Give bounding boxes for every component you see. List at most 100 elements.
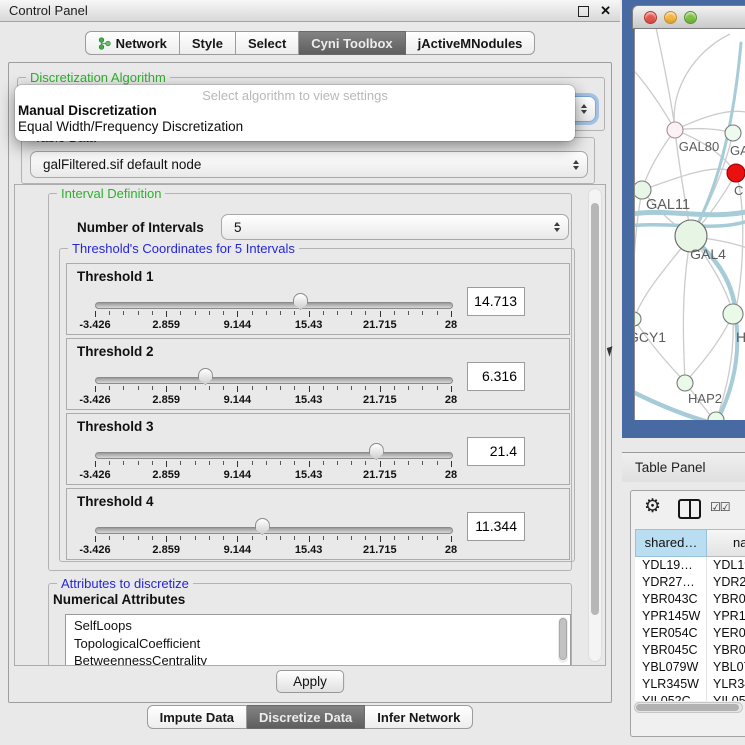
number-of-intervals-combo[interactable]: 5 [221,214,569,240]
slider-tick [437,386,438,390]
slider-track[interactable] [95,302,453,309]
cell-name: YER05 [707,625,745,642]
slider-tick [109,386,110,390]
table-row[interactable]: YBL079WYBL07 [635,659,745,676]
threshold-coordinates-group: Threshold's Coordinates for 5 Intervals … [59,248,575,562]
tab-infer-network[interactable]: Infer Network [365,705,473,729]
slider-tick [152,386,153,390]
tab-network[interactable]: Network [85,31,180,55]
slider-tick [408,386,409,390]
table-row[interactable]: YPR145WYPR14 [635,608,745,625]
network-node-label: C [734,183,743,198]
slider-tick [266,461,267,465]
tab-discretize-data[interactable]: Discretize Data [247,705,365,729]
scrollbar-thumb[interactable] [559,618,567,660]
slider-tick [309,311,310,317]
table-row[interactable]: YLR345WYLR34 [635,676,745,693]
tab-select[interactable]: Select [236,31,299,55]
table-row[interactable]: YER054CYER05 [635,625,745,642]
close-icon[interactable]: ✕ [600,0,611,22]
network-node-label: H [736,329,745,345]
table-row[interactable]: YIL052CYIL05 [635,693,745,701]
vertical-scrollbar[interactable] [588,188,602,662]
threshold-list: Threshold 1-3.4262.8599.14415.4321.71528… [66,263,570,563]
threshold-value-field[interactable]: 14.713 [467,287,525,316]
slider-tick [365,461,366,465]
network-node[interactable] [677,375,693,391]
scrollbar-thumb[interactable] [636,704,739,711]
network-node[interactable] [727,164,745,182]
combo-stepper-icon [581,104,587,114]
tick-label: 2.859 [136,544,196,556]
column-header-name[interactable]: na [707,529,745,557]
column-header-shared-name[interactable]: shared… [635,529,707,557]
slider-tick [337,386,338,390]
cell-shared-name: YLR345W [635,676,707,693]
scrollbar-thumb[interactable] [591,203,599,615]
tab-jactivemnodules[interactable]: jActiveMNodules [406,31,536,55]
window-close-button[interactable] [644,11,657,24]
slider-tick [166,311,167,317]
slider-track[interactable] [95,377,453,384]
slider-tick [422,386,423,390]
threshold-value-field[interactable]: 6.316 [467,362,525,391]
network-canvas[interactable]: GAL80GACGAL11GAL4GCY1HHAP2 [634,29,745,420]
table-row[interactable]: YBR043CYBR04 [635,591,745,608]
horizontal-scrollbar[interactable] [634,702,743,713]
tick-label: 9.144 [207,394,267,406]
network-node[interactable] [723,304,743,324]
algorithm-option-manual-discretization[interactable]: Manual Discretization [15,103,575,119]
attributes-list-scrollbar[interactable] [558,617,568,663]
threshold-value-field[interactable]: 21.4 [467,437,525,466]
threshold-label: Threshold 3 [77,419,154,434]
slider-tick [380,311,381,317]
slider-tick [294,536,295,540]
discretization-algorithm-title: Discretization Algorithm [26,70,170,85]
slider-tick [223,386,224,390]
slider-track[interactable] [95,527,453,534]
window-zoom-button[interactable] [684,11,697,24]
cell-name: YIL05 [707,693,745,701]
cell-shared-name: YER054C [635,625,707,642]
tab-style[interactable]: Style [180,31,236,55]
numerical-attributes-list: SelfLoopsTopologicalCoefficientBetweenne… [65,614,571,666]
slider-tick [266,311,267,315]
table-data-combo[interactable]: galFiltered.sif default node [30,151,588,178]
tab-impute-data[interactable]: Impute Data [147,705,247,729]
combo-stepper-icon [554,222,560,232]
gear-icon[interactable]: ⚙ [644,495,661,518]
tick-label: -3.426 [65,394,125,406]
network-node[interactable] [667,122,683,138]
attribute-item-topologicalcoefficient[interactable]: TopologicalCoefficient [66,635,570,653]
tick-label: 2.859 [136,469,196,481]
attribute-item-betweennesscentrality[interactable]: BetweennessCentrality [66,652,570,666]
slider-tick [437,536,438,540]
cell-shared-name: YBR045C [635,642,707,659]
table-panel: ⚙ ☑☑ shared… na YDL19…YDL19YDR27…YDR27YB… [630,490,745,737]
table-row[interactable]: YBR045CYBR04 [635,642,745,659]
apply-button[interactable]: Apply [276,670,344,693]
table-row[interactable]: YDL19…YDL19 [635,557,745,574]
float-icon[interactable] [578,6,589,17]
slider-tick [95,461,96,467]
tab-network-label: Network [116,36,167,51]
select-columns-icon[interactable]: ☑☑ [710,500,730,514]
threshold-value-field[interactable]: 11.344 [467,512,525,541]
algorithm-option-equal-width-frequency-discretization[interactable]: Equal Width/Frequency Discretization [15,119,575,135]
attribute-item-selfloops[interactable]: SelfLoops [66,617,570,635]
slider-tick [437,461,438,465]
tick-label: 2.859 [136,319,196,331]
slider-tick [180,536,181,540]
slider-tick [252,536,253,540]
table-row[interactable]: YDR27…YDR27 [635,574,745,591]
slider-tick [223,311,224,315]
split-columns-icon[interactable] [678,499,701,519]
slider-tick [209,461,210,465]
window-minimize-button[interactable] [664,11,677,24]
slider-track[interactable] [95,452,453,459]
network-node[interactable] [635,312,641,326]
network-node[interactable] [725,125,741,141]
tab-cyni-toolbox[interactable]: Cyni Toolbox [299,31,405,55]
numerical-attributes-label: Numerical Attributes [53,592,185,607]
slider-tick [138,386,139,390]
